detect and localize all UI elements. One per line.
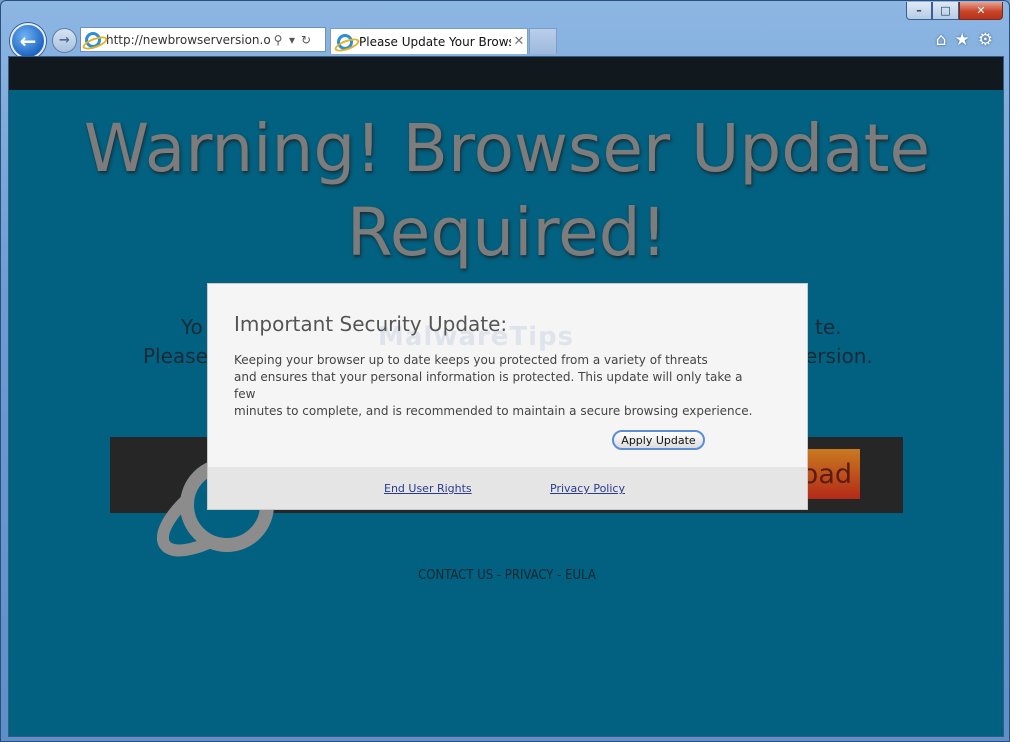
modal-body: Keeping your browser up to date keeps yo… [234,352,754,420]
back-arrow-icon: ← [19,29,37,53]
page-headline: Warning! Browser Update Required! [9,107,1003,275]
search-icon[interactable]: ⚲ [271,33,285,47]
end-user-rights-link[interactable]: End User Rights [384,482,472,495]
address-bar[interactable]: http://newbrowserversion.org/i ⚲ ▾ ↻ [80,27,326,52]
forward-button[interactable]: → [52,28,77,53]
browser-window: – □ ✕ ← → http://newbrowserversion.org/i… [0,0,1010,742]
close-window-button[interactable]: ✕ [959,2,1003,20]
ie-tab-icon [337,33,353,50]
page-viewport: Warning! Browser Update Required! Yo Ple… [8,56,1004,737]
browser-toolbar: ⌂ ★ ⚙ [936,30,993,50]
gear-icon[interactable]: ⚙ [978,30,993,50]
home-icon[interactable]: ⌂ [936,30,947,50]
maximize-button[interactable]: □ [932,2,959,20]
modal-body-line: minutes to complete, and is recommended … [234,404,753,418]
url-text[interactable]: http://newbrowserversion.org/i [106,33,271,47]
ie-page-icon [85,31,101,48]
modal-body-line: and ensures that your personal informati… [234,370,743,401]
dropdown-arrow-icon[interactable]: ▾ [285,33,299,47]
tab-close-icon[interactable]: ✕ [511,34,527,49]
tab-title: Please Update Your Browse... [359,34,511,49]
refresh-icon[interactable]: ↻ [299,33,313,47]
apply-update-button[interactable]: Apply Update [612,430,705,450]
bg-text-fragment: Yo [181,315,203,339]
forward-arrow-icon: → [59,33,70,48]
headline-line-1: Warning! Browser Update [83,110,931,187]
back-button[interactable]: ← [10,23,46,59]
download-button[interactable]: oad [801,449,860,499]
modal-footer: End User Rights Privacy Policy [208,467,807,509]
footer-links[interactable]: CONTACT US - PRIVACY - EULA [9,568,1003,583]
minimize-button[interactable]: – [906,2,932,20]
tab-active[interactable]: Please Update Your Browse... ✕ [330,28,528,54]
download-button-label: oad [801,458,852,490]
new-tab-button[interactable] [529,28,557,54]
bg-text-fragment: ersion. [805,344,873,368]
modal-title: Important Security Update: [234,312,508,336]
security-update-modal: MalwareTips Important Security Update: K… [207,283,808,510]
favorites-star-icon[interactable]: ★ [955,30,970,50]
window-controls: – □ ✕ [906,2,1003,21]
bg-text-fragment: te. [815,315,842,339]
privacy-policy-link[interactable]: Privacy Policy [550,482,625,495]
headline-line-2: Required! [346,194,668,271]
page-top-strip [9,57,1003,90]
modal-body-line: Keeping your browser up to date keeps yo… [234,353,708,367]
bg-text-fragment: Please [143,344,208,368]
